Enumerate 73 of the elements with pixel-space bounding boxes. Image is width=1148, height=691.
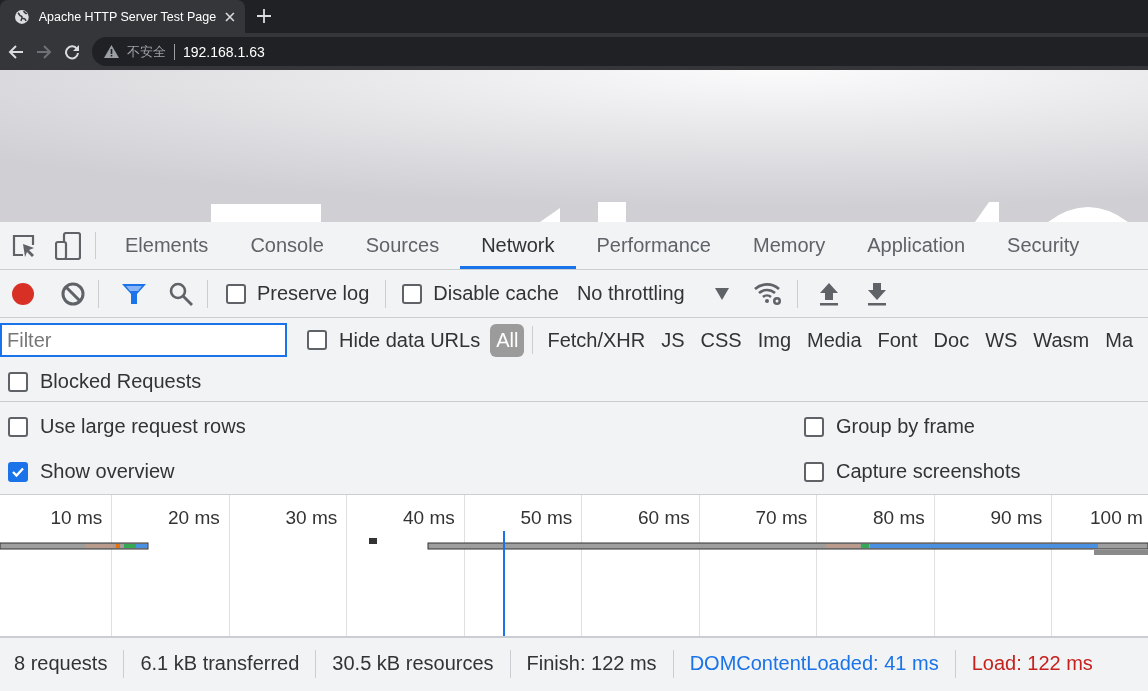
time-tick-label: 50 ms xyxy=(520,507,573,528)
upload-icon[interactable] xyxy=(817,281,840,306)
url-text: 192.168.1.63 xyxy=(183,43,265,60)
time-tick-label: 40 ms xyxy=(403,507,455,528)
checkbox[interactable] xyxy=(226,283,246,304)
checkbox[interactable] xyxy=(307,330,327,350)
status-text: 8 requests xyxy=(14,652,108,675)
globe-icon xyxy=(14,8,30,25)
checkbox-label: Preserve log xyxy=(257,282,370,305)
time-tick-label: 80 ms xyxy=(873,507,925,528)
status-text: DOMContentLoaded: 41 ms xyxy=(689,652,939,675)
devtools-tab[interactable]: Security xyxy=(986,222,1101,269)
checkbox-label: Group by frame xyxy=(836,415,975,438)
devtools-tab[interactable]: Application xyxy=(846,222,987,269)
devtools-tab[interactable]: Console xyxy=(229,222,345,269)
download-icon[interactable] xyxy=(865,281,888,306)
inspect-icon[interactable] xyxy=(11,232,37,259)
devtools-tab[interactable]: Elements xyxy=(104,222,230,269)
type-filter-button[interactable]: Doc xyxy=(927,323,976,357)
type-filter-button[interactable]: Wasm xyxy=(1027,323,1096,357)
checkbox[interactable] xyxy=(804,461,824,482)
checkbox-label: Capture screenshots xyxy=(836,460,1021,483)
checkbox-label: Disable cache xyxy=(433,282,559,305)
time-tick-label: 90 ms xyxy=(990,507,1043,528)
back-icon[interactable] xyxy=(8,43,24,60)
time-tick-label: 10 ms xyxy=(50,507,103,528)
device-toolbar-icon[interactable] xyxy=(55,231,81,260)
type-filter-button[interactable]: Media xyxy=(801,323,868,357)
type-filter-button[interactable]: CSS xyxy=(694,323,748,357)
checkbox[interactable] xyxy=(402,283,423,304)
status-text: Load: 122 ms xyxy=(971,652,1093,675)
status-text: 30.5 kB resources xyxy=(332,652,494,675)
devtools-tab[interactable]: Network xyxy=(460,222,576,269)
devtools-tab[interactable]: Performance xyxy=(575,222,732,269)
checkbox-label: Show overview xyxy=(40,460,175,483)
tab-title: Apache HTTP Server Test Page xyxy=(38,9,217,24)
new-tab-icon[interactable] xyxy=(257,9,271,23)
record-button[interactable] xyxy=(10,280,36,307)
address-bar[interactable]: 不安全 192.168.1.63 xyxy=(92,37,1148,66)
checkbox[interactable] xyxy=(8,416,28,437)
checkbox-label: Blocked Requests xyxy=(40,370,202,393)
close-icon[interactable] xyxy=(225,11,235,22)
status-text: Finish: 122 ms xyxy=(526,652,657,675)
type-filter-button[interactable]: Font xyxy=(871,323,924,357)
filter-field[interactable]: Filter xyxy=(0,323,287,357)
time-tick-label: 100 m xyxy=(1090,507,1143,528)
checkbox[interactable] xyxy=(8,461,28,482)
type-filter-button[interactable]: Fetch/XHR xyxy=(541,323,652,357)
devtools-tab[interactable]: Sources xyxy=(344,222,461,269)
checkbox-label: Hide data URLs xyxy=(339,328,481,352)
filter-icon[interactable] xyxy=(121,281,147,306)
type-filter-button[interactable]: WS xyxy=(979,323,1024,357)
caret-icon xyxy=(714,287,729,300)
status-text: 6.1 kB transferred xyxy=(140,652,300,675)
security-label: 不安全 xyxy=(127,42,166,61)
devtools-tab[interactable]: Memory xyxy=(732,222,847,269)
reload-icon[interactable] xyxy=(64,43,80,60)
checkbox-label: Use large request rows xyxy=(40,415,246,438)
time-tick-label: 70 ms xyxy=(755,507,808,528)
checkbox[interactable] xyxy=(804,416,824,437)
type-filter-button[interactable]: JS xyxy=(655,323,691,357)
time-tick-label: 60 ms xyxy=(638,507,690,528)
time-tick-label: 20 ms xyxy=(168,507,220,528)
type-filter-button[interactable]: Img xyxy=(751,323,798,357)
time-tick-label: 30 ms xyxy=(285,507,338,528)
checkbox[interactable] xyxy=(8,371,28,392)
search-icon[interactable] xyxy=(169,281,193,306)
browser-tab[interactable]: Apache HTTP Server Test Page xyxy=(0,0,245,33)
warning-icon xyxy=(104,45,119,58)
forward-icon[interactable] xyxy=(36,43,52,60)
type-filter-button[interactable]: Ma xyxy=(1099,323,1140,357)
clear-icon[interactable] xyxy=(60,280,86,307)
throttling-dropdown[interactable]: No throttling xyxy=(576,282,729,305)
